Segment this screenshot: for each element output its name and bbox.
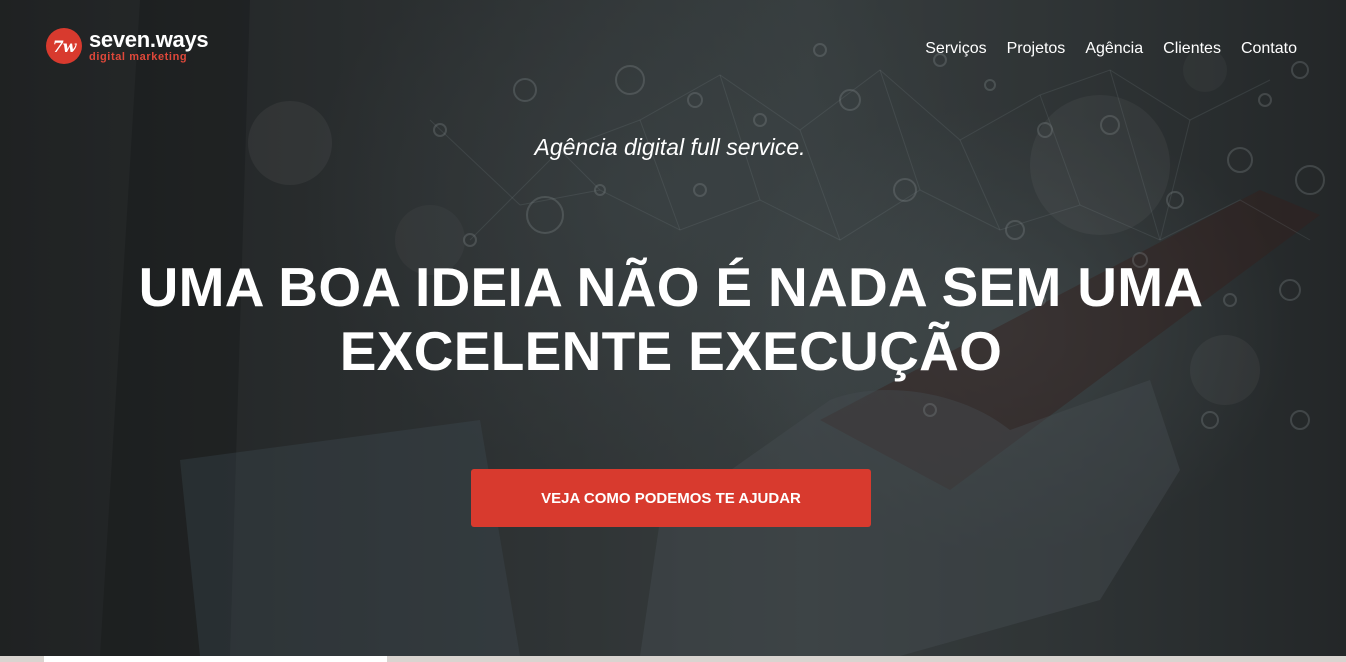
logo-wordmark: seven.ways digital marketing bbox=[89, 27, 209, 63]
brand-logo[interactable]: 7w seven.ways digital marketing bbox=[46, 27, 209, 64]
hero-headline: UMA BOA IDEIA NÃO É NADA SEM UMA EXCELEN… bbox=[0, 255, 1342, 383]
brand-tagline: digital marketing bbox=[89, 51, 188, 63]
brand-name: seven.ways bbox=[89, 27, 209, 52]
top-navbar: 7w seven.ways digital marketing Serviços… bbox=[0, 0, 1346, 96]
main-nav: Serviços Projetos Agência Clientes Conta… bbox=[905, 40, 1297, 58]
hero-headline-line-1: UMA BOA IDEIA NÃO É NADA SEM UMA bbox=[138, 256, 1204, 318]
hero-headline-line-2: EXCELENTE EXECUÇÃO bbox=[339, 320, 1003, 382]
logo-mark-icon: 7w bbox=[46, 28, 82, 64]
next-section-card-edge bbox=[44, 656, 387, 662]
cta-button[interactable]: VEJA COMO PODEMOS TE AJUDAR bbox=[471, 469, 871, 527]
hero-section: 7w seven.ways digital marketing Serviços… bbox=[0, 0, 1346, 656]
nav-link-servicos[interactable]: Serviços bbox=[925, 40, 986, 58]
nav-link-projetos[interactable]: Projetos bbox=[1007, 40, 1066, 58]
nav-link-contato[interactable]: Contato bbox=[1241, 40, 1297, 58]
nav-link-clientes[interactable]: Clientes bbox=[1163, 40, 1221, 58]
hero-subtitle: Agência digital full service. bbox=[534, 134, 806, 160]
nav-link-agencia[interactable]: Agência bbox=[1085, 40, 1143, 58]
